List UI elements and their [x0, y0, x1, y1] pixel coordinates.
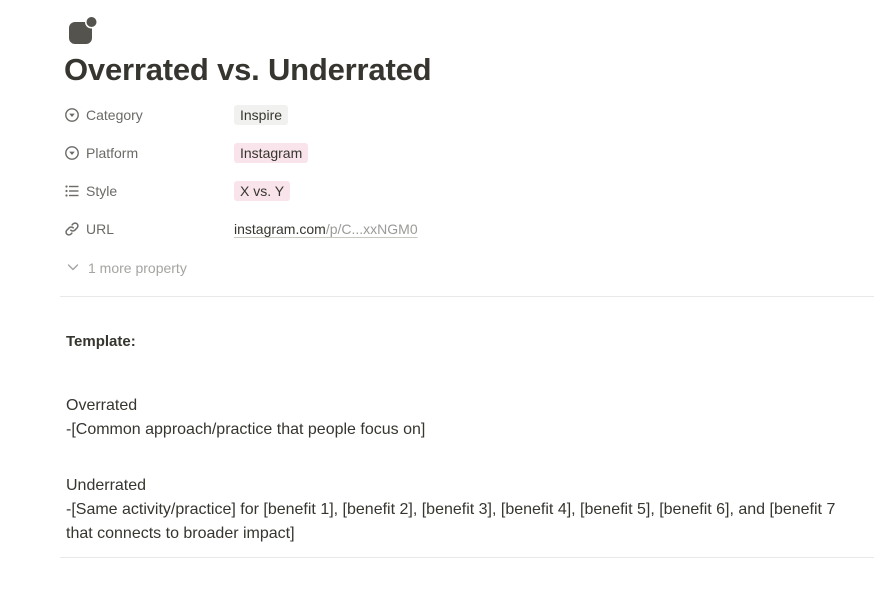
shapes-icon[interactable]	[68, 15, 100, 47]
property-row-platform: Platform Instagram	[64, 139, 864, 167]
select-icon	[64, 107, 80, 123]
more-properties-label: 1 more property	[88, 260, 187, 276]
chevron-down-icon	[66, 260, 80, 277]
property-row-url: URL instagram.com/p/C...xxNGM0	[64, 215, 864, 243]
property-row-category: Category Inspire	[64, 101, 864, 129]
property-value-style[interactable]: X vs. Y	[234, 177, 291, 205]
property-label-category[interactable]: Category	[64, 101, 143, 129]
more-properties-toggle[interactable]: 1 more property	[66, 257, 187, 279]
platform-tag[interactable]: Instagram	[234, 143, 309, 163]
property-label-style[interactable]: Style	[64, 177, 117, 205]
underrated-line-2[interactable]: that connects to broader impact]	[66, 522, 866, 546]
link-icon	[64, 221, 80, 237]
url-path: /p/C...xxNGM0	[325, 221, 418, 237]
property-value-platform[interactable]: Instagram	[234, 139, 309, 167]
properties-divider	[60, 296, 874, 297]
property-label-text: Style	[86, 183, 118, 199]
underrated-heading[interactable]: Underrated	[66, 474, 866, 498]
property-label-text: Category	[86, 107, 143, 123]
property-value-category[interactable]: Inspire	[234, 101, 289, 129]
category-tag[interactable]: Inspire	[234, 105, 289, 125]
property-label-platform[interactable]: Platform	[64, 139, 138, 167]
property-label-url[interactable]: URL	[64, 215, 114, 243]
property-label-text: URL	[86, 221, 115, 237]
url-domain: instagram.com	[234, 221, 326, 237]
underrated-line-1[interactable]: -[Same activity/practice] for [benefit 1…	[66, 498, 866, 522]
content-divider	[60, 557, 874, 558]
select-icon	[64, 145, 80, 161]
url-link[interactable]: instagram.com/p/C...xxNGM0	[234, 221, 418, 237]
template-heading[interactable]: Template:	[66, 330, 866, 354]
overrated-heading[interactable]: Overrated	[66, 394, 866, 418]
property-label-text: Platform	[86, 145, 139, 161]
style-tag[interactable]: X vs. Y	[234, 181, 291, 201]
page-title[interactable]: Overrated vs. Underrated	[64, 52, 432, 88]
property-value-url[interactable]: instagram.com/p/C...xxNGM0	[234, 215, 418, 243]
overrated-line[interactable]: -[Common approach/practice that people f…	[66, 418, 866, 442]
list-icon	[64, 183, 80, 199]
property-row-style: Style X vs. Y	[64, 177, 864, 205]
